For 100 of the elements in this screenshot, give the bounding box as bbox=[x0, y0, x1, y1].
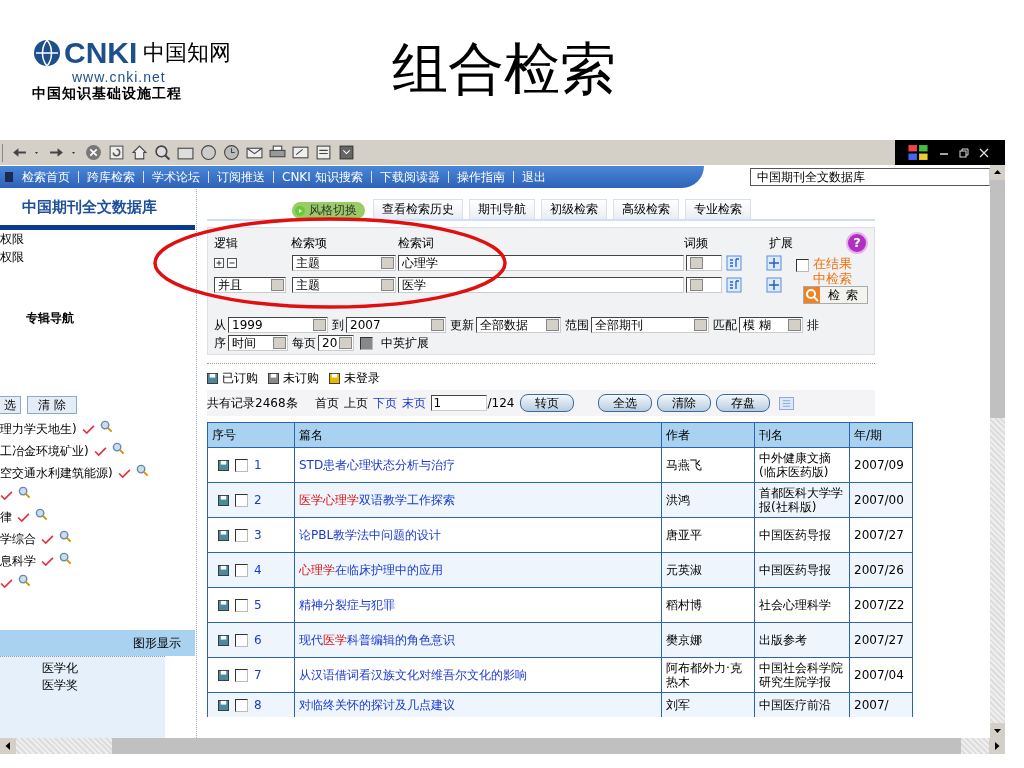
article-link[interactable]: 论PBL教学法中问题的设计 bbox=[299, 528, 442, 542]
category-link[interactable]: 律 bbox=[0, 508, 12, 526]
magnifier-icon[interactable] bbox=[111, 441, 125, 455]
checkbox[interactable] bbox=[235, 698, 248, 712]
nav-link[interactable]: 退出 bbox=[521, 168, 546, 186]
tab[interactable]: 高级检索 bbox=[613, 199, 679, 219]
per-page-select[interactable]: 20 bbox=[318, 335, 354, 351]
nav-link[interactable]: CNKI 知识搜索 bbox=[282, 168, 363, 186]
close-icon[interactable] bbox=[979, 147, 989, 158]
messenger-icon[interactable] bbox=[338, 144, 355, 161]
checkmark-icon[interactable] bbox=[41, 556, 54, 566]
checkmark-icon[interactable] bbox=[17, 512, 30, 522]
minus-icon[interactable] bbox=[227, 258, 237, 268]
category-link[interactable]: 息科学 bbox=[0, 552, 36, 570]
checkbox[interactable] bbox=[235, 458, 248, 472]
sidebar-item[interactable]: 权限 bbox=[0, 248, 195, 266]
article-link[interactable]: 心理学在临床护理中的应用 bbox=[299, 563, 443, 577]
search-term-field[interactable]: 心理学 bbox=[398, 255, 684, 271]
match-select[interactable]: 模 糊 bbox=[739, 317, 803, 333]
magnifier-icon[interactable] bbox=[18, 485, 31, 499]
checkmark-icon[interactable] bbox=[93, 446, 107, 456]
start-year-select[interactable]: 1999 bbox=[228, 317, 328, 333]
nav-link[interactable]: 下载阅读器 bbox=[379, 168, 440, 186]
word-frequency-icon[interactable] bbox=[726, 255, 742, 271]
globe-icon[interactable] bbox=[200, 144, 217, 161]
graph-item[interactable]: 医学化 bbox=[42, 660, 165, 677]
action-button[interactable]: 清除 bbox=[656, 394, 711, 412]
checkbox[interactable] bbox=[360, 336, 373, 350]
search-icon[interactable] bbox=[154, 144, 171, 161]
go-to-page-button[interactable]: 转页 bbox=[519, 394, 574, 412]
magnifier-icon[interactable] bbox=[35, 507, 48, 521]
stop-icon[interactable] bbox=[85, 144, 102, 161]
checkbox[interactable] bbox=[235, 563, 248, 577]
checkmark-icon[interactable] bbox=[117, 468, 131, 478]
nav-link[interactable]: 操作指南 bbox=[456, 168, 505, 186]
nav-link[interactable]: 学术论坛 bbox=[152, 168, 200, 186]
range-select[interactable]: 全部期刊 bbox=[591, 317, 709, 333]
expand-icon[interactable] bbox=[766, 277, 782, 293]
page-number-field[interactable]: 1 bbox=[430, 395, 487, 411]
magnifier-icon[interactable] bbox=[99, 419, 113, 433]
tab[interactable]: 初级检索 bbox=[541, 199, 607, 219]
magnifier-icon[interactable] bbox=[18, 573, 31, 587]
checkmark-icon[interactable] bbox=[0, 578, 13, 588]
edit-icon[interactable] bbox=[292, 144, 309, 161]
category-link[interactable]: 空交通水利建筑能源) bbox=[0, 464, 113, 482]
article-link[interactable]: 医学心理学双语教学工作探索 bbox=[299, 493, 455, 507]
refresh-icon[interactable] bbox=[108, 144, 125, 161]
horizontal-scrollbar[interactable] bbox=[0, 738, 1005, 754]
page-link[interactable]: 下页 bbox=[372, 394, 397, 412]
scroll-down-icon[interactable] bbox=[990, 723, 1005, 738]
checkbox[interactable] bbox=[235, 598, 248, 612]
tab[interactable]: 期刊导航 bbox=[469, 199, 535, 219]
article-link[interactable]: 现代医学科普编辑的角色意识 bbox=[299, 633, 455, 647]
scroll-thumb[interactable] bbox=[990, 180, 1005, 418]
nav-link[interactable]: 检索首页 bbox=[22, 168, 70, 186]
magnifier-icon[interactable] bbox=[59, 551, 72, 565]
plus-icon[interactable] bbox=[214, 258, 224, 268]
history-icon[interactable] bbox=[223, 144, 240, 161]
frequency-select[interactable] bbox=[686, 277, 722, 293]
frequency-select[interactable] bbox=[686, 255, 722, 271]
expand-icon[interactable] bbox=[766, 255, 782, 271]
end-year-select[interactable]: 2007 bbox=[346, 317, 446, 333]
article-link[interactable]: 精神分裂症与犯罪 bbox=[299, 598, 395, 612]
sidebar-button[interactable]: 清 除 bbox=[27, 396, 77, 414]
logic-select[interactable]: 并且 bbox=[214, 277, 286, 293]
magnifier-icon[interactable] bbox=[59, 529, 72, 543]
nav-link[interactable]: 跨库检索 bbox=[87, 168, 135, 186]
checkmark-icon[interactable] bbox=[41, 534, 54, 544]
category-link[interactable]: 学综合 bbox=[0, 530, 36, 548]
word-frequency-icon[interactable] bbox=[726, 277, 742, 293]
restore-icon[interactable] bbox=[959, 147, 969, 158]
update-select[interactable]: 全部数据 bbox=[476, 317, 561, 333]
graph-item[interactable]: 医学奖 bbox=[42, 677, 165, 694]
action-button[interactable]: 全选 bbox=[597, 394, 652, 412]
checkbox[interactable] bbox=[235, 493, 248, 507]
field-select[interactable]: 主题 bbox=[292, 277, 396, 293]
page-link[interactable]: 末页 bbox=[401, 394, 426, 412]
sort-select[interactable]: 时间 bbox=[228, 335, 288, 351]
category-link[interactable]: 工冶金环境矿业) bbox=[0, 442, 89, 460]
checkbox[interactable] bbox=[235, 528, 248, 542]
graph-display-bar[interactable]: 图形显示 bbox=[0, 630, 195, 656]
scroll-up-icon[interactable] bbox=[990, 165, 1005, 180]
nav-link[interactable]: 订阅推送 bbox=[217, 168, 265, 186]
checkmark-icon[interactable] bbox=[81, 424, 95, 434]
category-link[interactable]: 理力学天地生) bbox=[0, 420, 77, 438]
checkmark-icon[interactable] bbox=[0, 490, 13, 500]
database-select[interactable]: 中国期刊全文数据库 bbox=[750, 168, 990, 186]
search-term-field[interactable]: 医学 bbox=[398, 277, 684, 293]
checkbox[interactable] bbox=[235, 668, 248, 682]
document-icon[interactable] bbox=[315, 144, 332, 161]
help-button[interactable]: ? bbox=[846, 232, 868, 254]
sidebar-item[interactable]: 权限 bbox=[0, 230, 195, 248]
sidebar-button[interactable]: 选 bbox=[0, 396, 21, 414]
vertical-scrollbar[interactable] bbox=[990, 165, 1005, 738]
home-icon[interactable] bbox=[131, 144, 148, 161]
checkbox[interactable] bbox=[796, 259, 809, 272]
article-link[interactable]: STD患者心理状态分析与治疗 bbox=[299, 458, 456, 472]
search-button[interactable]: 检 索 bbox=[803, 286, 868, 304]
tab[interactable]: 专业检索 bbox=[685, 199, 751, 219]
scroll-thumb[interactable] bbox=[112, 738, 961, 754]
